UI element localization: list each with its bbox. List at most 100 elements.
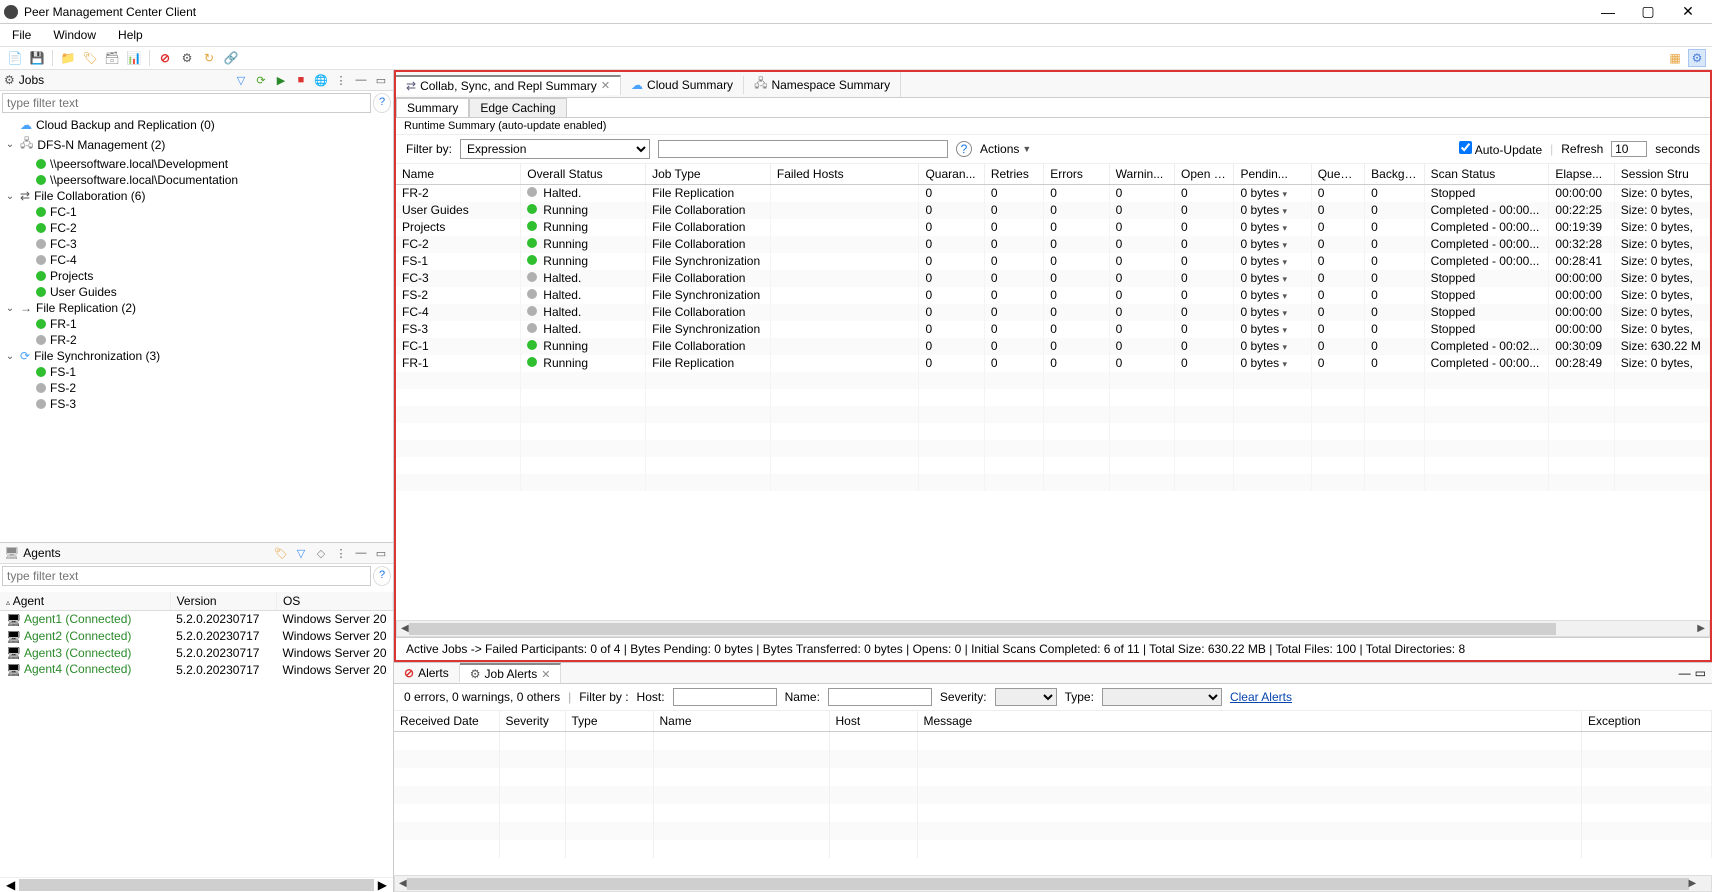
tree-job-item[interactable]: FS-3 <box>4 396 389 412</box>
grid-row[interactable]: FS-3Halted.File Synchronization000000 by… <box>396 321 1710 338</box>
alerts-hscroll[interactable]: ◀ ▶ <box>394 875 1712 892</box>
minimize-button[interactable]: — <box>1588 4 1628 20</box>
actions-menu-button[interactable]: Actions ▼ <box>980 142 1031 156</box>
scroll-right-icon[interactable]: ▶ <box>378 878 387 892</box>
chevron-down-icon[interactable]: ▾ <box>1282 223 1287 233</box>
scroll-thumb[interactable] <box>19 879 374 891</box>
tree-job-item[interactable]: FC-3 <box>4 236 389 252</box>
tag-icon[interactable]: 🏷 <box>273 545 289 561</box>
tree-dfsn[interactable]: ⌄ 🖧 DFS-N Management (2) <box>4 133 389 156</box>
help-icon[interactable]: ? <box>373 93 391 113</box>
collapse-icon[interactable]: ⌄ <box>4 351 16 362</box>
grid-row[interactable]: ProjectsRunningFile Collaboration000000 … <box>396 219 1710 236</box>
tree-job-item[interactable]: FR-2 <box>4 332 389 348</box>
scroll-thumb[interactable] <box>409 623 1557 635</box>
grid-row[interactable]: FC-2RunningFile Collaboration000000 byte… <box>396 236 1710 253</box>
label-icon[interactable]: ◇ <box>313 545 329 561</box>
grid-row[interactable]: FS-2Halted.File Synchronization000000 by… <box>396 287 1710 304</box>
tree-file-repl[interactable]: ⌄ → File Replication (2) <box>4 300 389 316</box>
tree-job-item[interactable]: Projects <box>4 268 389 284</box>
error-icon[interactable]: ⊘ <box>156 49 174 67</box>
grid-column-header[interactable]: Errors <box>1044 164 1109 185</box>
menu-file[interactable]: File <box>8 26 35 44</box>
grid-column-header[interactable]: Failed Hosts <box>770 164 919 185</box>
report-icon[interactable]: 📊 <box>125 49 143 67</box>
filter-expression-input[interactable] <box>658 140 948 158</box>
tree-dfsn-item[interactable]: \\peersoftware.local\Documentation <box>4 172 389 188</box>
collapse-icon[interactable]: ⌄ <box>4 303 16 314</box>
chevron-down-icon[interactable]: ▾ <box>1282 291 1287 301</box>
chevron-down-icon[interactable]: ▾ <box>1282 257 1287 267</box>
grid-column-header[interactable]: Quaran... <box>919 164 984 185</box>
chevron-down-icon[interactable]: ▾ <box>1282 359 1287 369</box>
refresh-icon[interactable]: ⟳ <box>253 72 269 88</box>
grid-row[interactable]: FR-1RunningFile Replication000000 bytes … <box>396 355 1710 372</box>
grid-row[interactable]: FC-1RunningFile Collaboration000000 byte… <box>396 338 1710 355</box>
grid-column-header[interactable]: Session Stru <box>1614 164 1709 185</box>
settings-icon[interactable]: ⚙ <box>1688 49 1706 67</box>
alerts-column-header[interactable]: Exception <box>1582 711 1712 732</box>
menu-window[interactable]: Window <box>49 26 100 44</box>
grid-row[interactable]: User GuidesRunningFile Collaboration0000… <box>396 202 1710 219</box>
grid-column-header[interactable]: Open F... <box>1175 164 1234 185</box>
tab-collab-sync-repl[interactable]: ⇄ Collab, Sync, and Repl Summary ✕ <box>396 75 621 95</box>
alerts-column-header[interactable]: Severity <box>499 711 565 732</box>
maximize-panel-icon[interactable]: ▭ <box>1695 666 1706 680</box>
grid-row[interactable]: FR-2Halted.File Replication000000 bytes … <box>396 185 1710 202</box>
tab-namespace-summary[interactable]: 🖧 Namespace Summary <box>744 72 901 97</box>
agents-col-os[interactable]: OS <box>276 592 392 611</box>
filter-icon[interactable]: ▽ <box>293 545 309 561</box>
tree-job-item[interactable]: FC-1 <box>4 204 389 220</box>
maximize-panel-icon[interactable]: ▭ <box>373 72 389 88</box>
agent-row[interactable]: 🖥Agent4 (Connected)5.2.0.20230717Windows… <box>0 661 393 678</box>
refresh-button[interactable]: Refresh <box>1561 142 1603 156</box>
agents-hscroll[interactable]: ◀ ▶ <box>0 877 393 892</box>
grid-hscroll[interactable]: ◀ ▶ <box>396 620 1710 637</box>
new-icon[interactable]: 📄 <box>6 49 24 67</box>
world-icon[interactable]: 🌐 <box>313 72 329 88</box>
chevron-down-icon[interactable]: ▾ <box>1282 206 1287 216</box>
grid-row[interactable]: FC-3Halted.File Collaboration000000 byte… <box>396 270 1710 287</box>
scroll-right-icon[interactable]: ▶ <box>1689 878 1697 889</box>
menu-icon[interactable]: ⋮ <box>333 545 349 561</box>
grid-column-header[interactable]: Backgr... <box>1365 164 1424 185</box>
type-select[interactable] <box>1102 688 1222 706</box>
chevron-down-icon[interactable]: ▾ <box>1282 189 1287 199</box>
link-icon[interactable]: 🔗 <box>222 49 240 67</box>
refresh-icon[interactable]: ↻ <box>200 49 218 67</box>
alerts-column-header[interactable]: Message <box>917 711 1582 732</box>
maximize-panel-icon[interactable]: ▭ <box>373 545 389 561</box>
alerts-column-header[interactable]: Name <box>653 711 829 732</box>
minimize-panel-icon[interactable]: — <box>1679 666 1691 680</box>
minimize-panel-icon[interactable]: — <box>353 72 369 88</box>
db-icon[interactable]: 🗃 <box>103 49 121 67</box>
tree-job-item[interactable]: User Guides <box>4 284 389 300</box>
agents-col-agent[interactable]: ▵ Agent <box>0 592 170 611</box>
minimize-panel-icon[interactable]: — <box>353 545 369 561</box>
tree-cloud-backup[interactable]: ☁ Cloud Backup and Replication (0) <box>4 117 389 133</box>
agents-filter-input[interactable] <box>2 566 371 586</box>
grid-column-header[interactable]: Retries <box>984 164 1043 185</box>
filter-by-select[interactable]: Expression <box>460 139 650 159</box>
save-icon[interactable]: 💾 <box>28 49 46 67</box>
play-icon[interactable]: ▶ <box>273 72 289 88</box>
host-filter-input[interactable] <box>673 688 777 706</box>
severity-select[interactable] <box>995 688 1057 706</box>
tag-icon[interactable]: 🏷 <box>81 49 99 67</box>
grid-column-header[interactable]: Warnin... <box>1109 164 1174 185</box>
menu-help[interactable]: Help <box>114 26 147 44</box>
grid-column-header[interactable]: Scan Status <box>1424 164 1549 185</box>
chevron-down-icon[interactable]: ▾ <box>1282 342 1287 352</box>
grid-column-header[interactable]: Pendin... <box>1234 164 1311 185</box>
tab-alerts[interactable]: ⊘ Alerts <box>394 664 460 682</box>
auto-update-checkbox[interactable]: Auto-Update <box>1459 141 1542 157</box>
subtab-edge-caching[interactable]: Edge Caching <box>469 98 566 117</box>
agent-row[interactable]: 🖥Agent1 (Connected)5.2.0.20230717Windows… <box>0 611 393 628</box>
close-button[interactable]: ✕ <box>1668 3 1708 20</box>
help-icon[interactable]: ? <box>373 566 391 586</box>
alerts-column-header[interactable]: Type <box>565 711 653 732</box>
chevron-down-icon[interactable]: ▾ <box>1282 325 1287 335</box>
maximize-button[interactable]: ▢ <box>1628 3 1668 20</box>
grid-column-header[interactable]: Overall Status <box>521 164 646 185</box>
grid-row[interactable]: FS-1RunningFile Synchronization000000 by… <box>396 253 1710 270</box>
